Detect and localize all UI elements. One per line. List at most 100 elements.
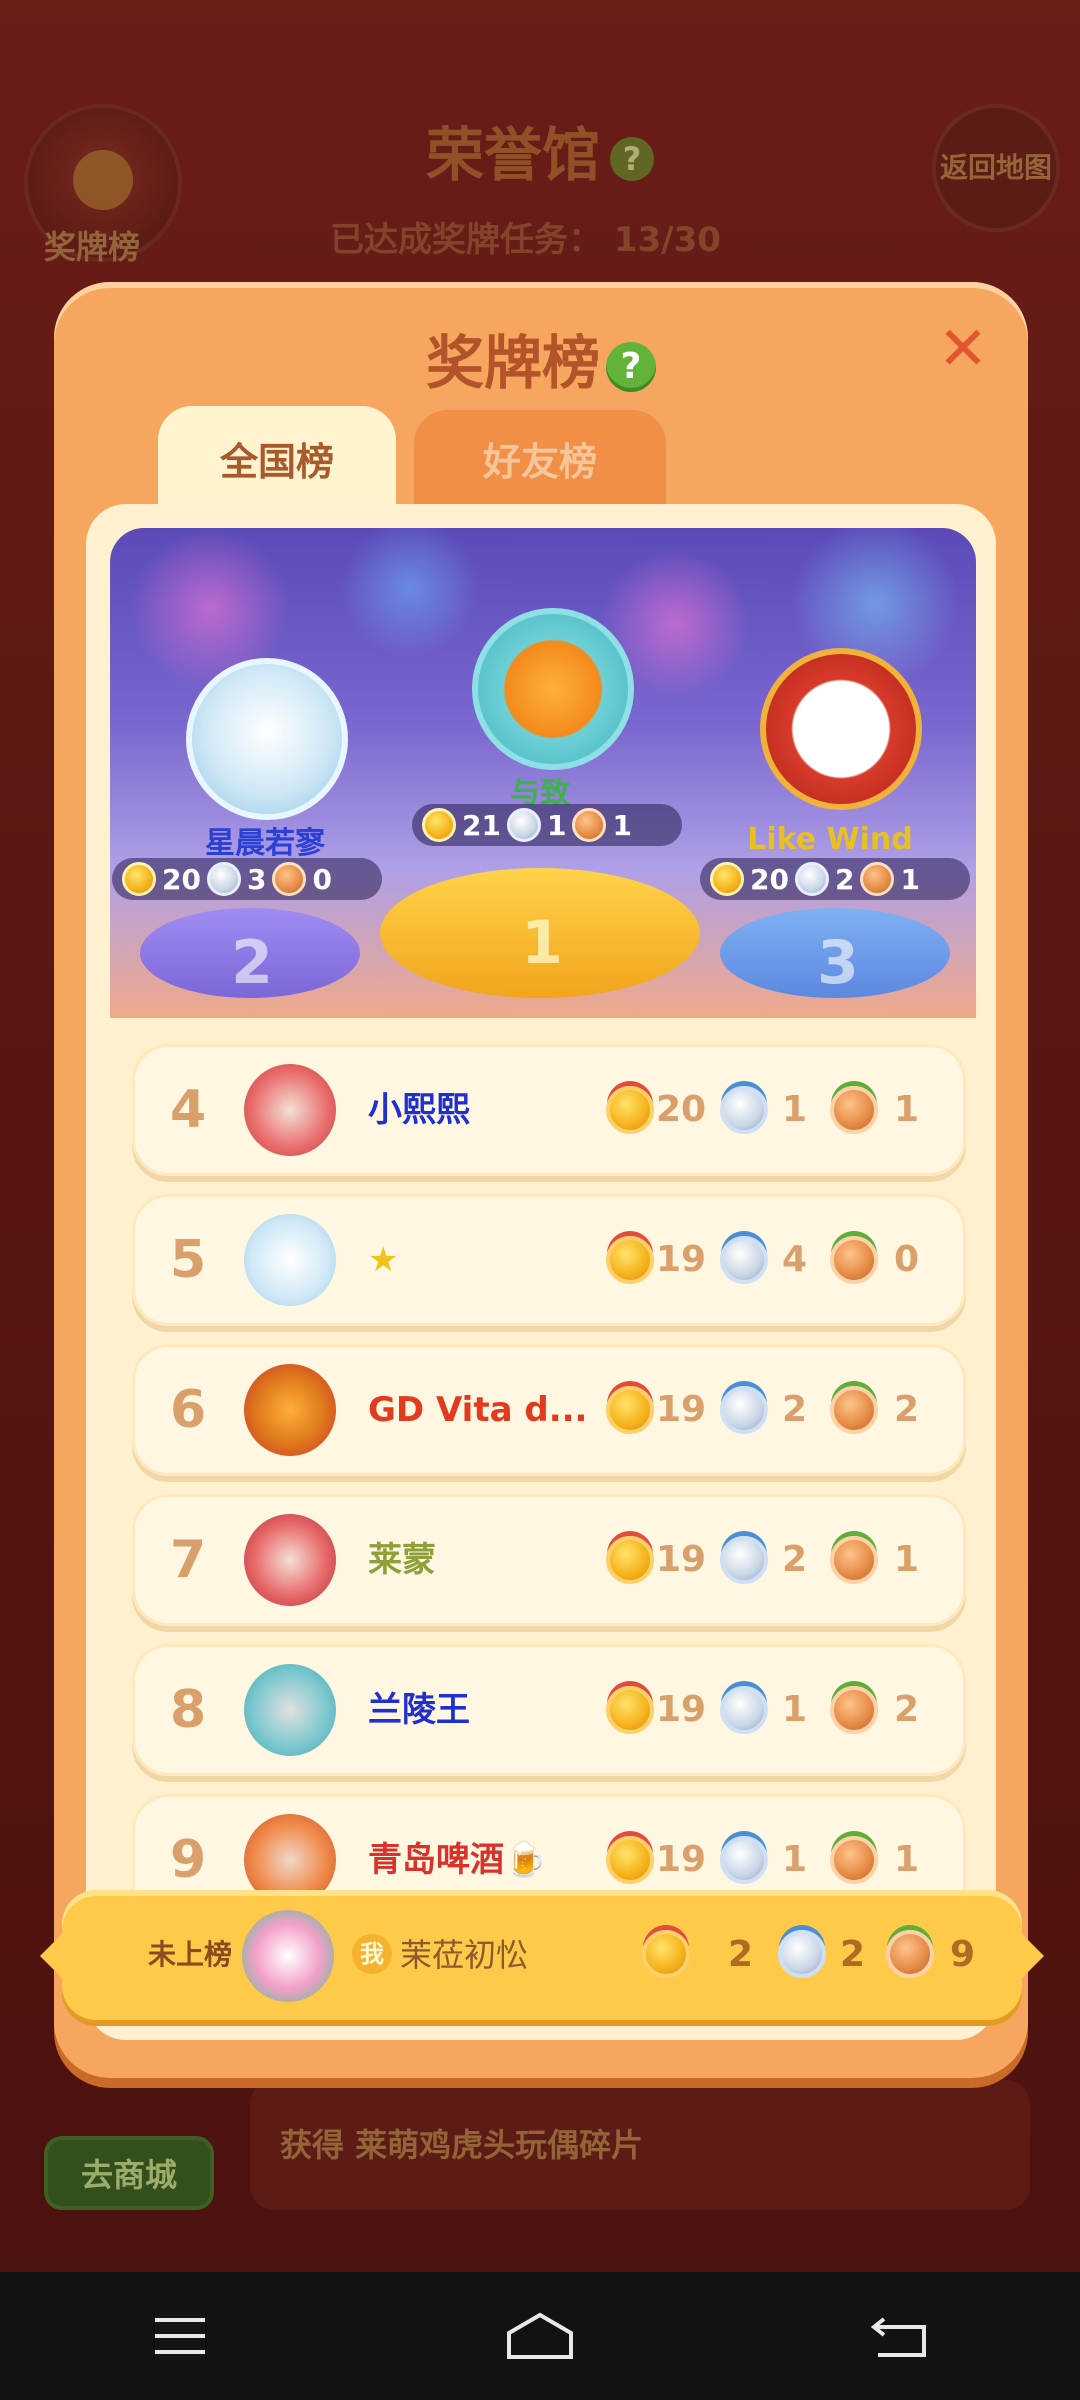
bronze-medal-icon <box>886 1930 934 1978</box>
avatar <box>244 1364 336 1456</box>
bronze-medal-icon <box>830 1686 878 1734</box>
bronze-medal-icon <box>272 862 307 896</box>
podium-avatar-3[interactable] <box>760 648 922 810</box>
bronze-medal-icon <box>830 1086 878 1134</box>
gold-count: 20 <box>750 862 789 896</box>
silver-medal-icon <box>778 1930 826 1978</box>
hall-help-icon[interactable]: ? <box>610 136 654 181</box>
silver-medal-icon <box>720 1386 768 1434</box>
player-name: 兰陵王 <box>368 1690 470 1730</box>
question-mark-icon[interactable]: ? <box>606 341 656 392</box>
ranking-row[interactable]: 8 兰陵王 19 1 2 <box>132 1644 966 1776</box>
silver-count: 1 <box>546 808 567 842</box>
return-map-button[interactable]: 返回地图 <box>932 104 1060 232</box>
gold-count: 19 <box>656 1239 707 1280</box>
progress-value: 13/30 <box>613 220 721 260</box>
bronze-medal-icon <box>830 1536 878 1584</box>
bronze-count: 1 <box>894 1539 920 1580</box>
medal-leaderboard-modal: 奖牌榜? ✕ 全国榜 好友榜 2 1 3 星晨若寥 与致 Like Wind 2… <box>54 282 1028 2078</box>
silver-medal-icon <box>720 1836 768 1884</box>
gold-medal-icon <box>606 1386 654 1434</box>
leaderboard-panel: 2 1 3 星晨若寥 与致 Like Wind 20 3 0 21 1 1 20… <box>86 504 996 2040</box>
home-button[interactable] <box>495 2291 585 2381</box>
rank-number: 8 <box>170 1680 207 1740</box>
silver-count: 1 <box>782 1089 808 1130</box>
avatar <box>244 1664 336 1756</box>
ranking-row[interactable]: 5 ★ 19 4 0 <box>132 1194 966 1326</box>
silver-count: 4 <box>782 1239 808 1280</box>
avatar <box>244 1214 336 1306</box>
system-nav-bar <box>0 2272 1080 2400</box>
podium-name-2: 星晨若寥 <box>205 826 325 861</box>
silver-count: 3 <box>246 862 267 896</box>
avatar <box>244 1064 336 1156</box>
podium-medals-3: 20 2 1 <box>700 858 970 900</box>
avatar <box>244 1514 336 1606</box>
bronze-count: 1 <box>900 862 920 896</box>
silver-medal-icon <box>720 1236 768 1284</box>
me-badge: 我 <box>352 1934 392 1974</box>
tab-national[interactable]: 全国榜 <box>158 406 396 510</box>
silver-medal-icon <box>206 862 241 896</box>
podium-section: 2 1 3 星晨若寥 与致 Like Wind 20 3 0 21 1 1 20… <box>110 528 976 1018</box>
rank-number: 7 <box>170 1530 207 1590</box>
ranking-row[interactable]: 6 GD Vita d... 19 2 2 <box>132 1344 966 1476</box>
gold-medal-icon <box>122 862 156 896</box>
podium-rank-3: 3 <box>817 928 859 998</box>
ranking-row[interactable]: 4 小熙熙 20 1 1 <box>132 1044 966 1176</box>
silver-medal-icon <box>720 1086 768 1134</box>
gold-count: 2 <box>728 1934 754 1975</box>
podium-name-3: Like Wind <box>747 822 913 857</box>
back-button[interactable] <box>855 2291 945 2381</box>
podium-rank-2: 2 <box>231 928 273 998</box>
bronze-count: 2 <box>894 1689 920 1730</box>
silver-medal-icon <box>720 1536 768 1584</box>
home-icon <box>507 2312 573 2359</box>
player-name: 莱蒙 <box>368 1540 436 1580</box>
gold-medal-icon <box>642 1930 690 1978</box>
modal-title-text: 奖牌榜 <box>425 329 600 397</box>
player-name: ★ <box>368 1240 399 1280</box>
rank-number: 6 <box>170 1380 207 1440</box>
hall-title-text: 荣誉馆 <box>425 121 600 189</box>
podium-avatar-1[interactable] <box>472 608 634 770</box>
reward-card: 获得 莱萌鸡虎头玩偶碎片 <box>250 2080 1030 2210</box>
silver-count: 2 <box>782 1539 808 1580</box>
rank-number: 5 <box>170 1230 207 1290</box>
gold-count: 20 <box>656 1089 707 1130</box>
silver-count: 2 <box>834 862 855 896</box>
podium-medals-2: 20 3 0 <box>112 858 382 900</box>
rank-number: 4 <box>170 1080 207 1140</box>
reward-text: 获得 莱萌鸡虎头玩偶碎片 <box>280 2126 644 2164</box>
shop-button[interactable]: 去商城 <box>44 2136 214 2210</box>
silver-medal-icon <box>506 808 541 842</box>
modal-title: 奖牌榜? <box>54 316 1028 400</box>
silver-count: 2 <box>840 1934 866 1975</box>
gold-count: 19 <box>656 1389 707 1430</box>
close-icon: ✕ <box>937 314 989 384</box>
gold-medal-icon <box>606 1536 654 1584</box>
my-rank-bar[interactable]: 未上榜 我 茉莅初忪 2 2 9 <box>40 1890 1044 2020</box>
gold-count: 19 <box>656 1539 707 1580</box>
silver-medal-icon <box>720 1686 768 1734</box>
left-arrow-decoration <box>40 1930 66 1982</box>
player-name: 小熙熙 <box>368 1090 470 1130</box>
close-button[interactable]: ✕ <box>934 319 992 379</box>
player-name: GD Vita d... <box>368 1390 588 1430</box>
heart-medal-icon <box>73 150 133 210</box>
gold-medal-icon <box>606 1236 654 1284</box>
tab-friends[interactable]: 好友榜 <box>414 406 666 510</box>
my-rank-label: 未上榜 <box>148 1938 233 1971</box>
gold-medal-icon <box>422 808 456 842</box>
gold-medal-icon <box>710 862 744 896</box>
gold-medal-icon <box>606 1086 654 1134</box>
bronze-medal-icon <box>830 1386 878 1434</box>
bronze-count: 0 <box>312 862 332 896</box>
menu-button[interactable] <box>135 2291 225 2381</box>
bronze-medal-icon <box>830 1236 878 1284</box>
podium-avatar-2[interactable] <box>186 658 348 820</box>
ranking-row[interactable]: 7 莱蒙 19 2 1 <box>132 1494 966 1626</box>
bronze-medal-icon <box>860 862 895 896</box>
bronze-count: 2 <box>894 1389 920 1430</box>
silver-count: 1 <box>782 1689 808 1730</box>
